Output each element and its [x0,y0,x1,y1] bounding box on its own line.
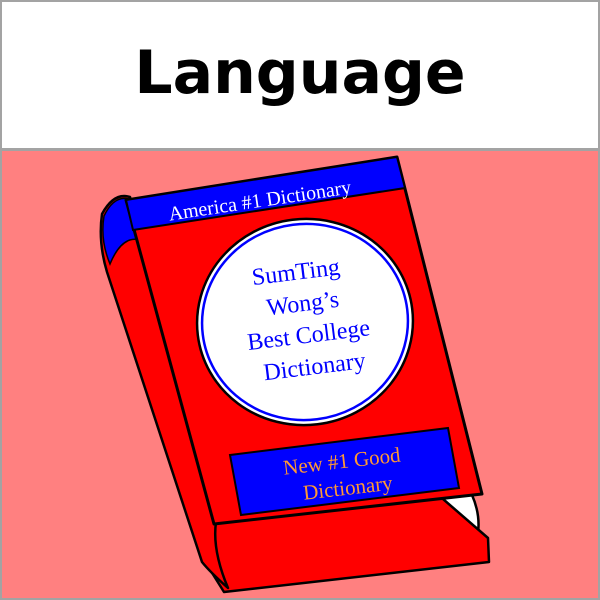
page-title: Language [134,38,466,108]
language-card: America #1 Dictionary SumTing Wong’s Bes… [0,0,600,600]
header-bar: Language [2,2,598,151]
